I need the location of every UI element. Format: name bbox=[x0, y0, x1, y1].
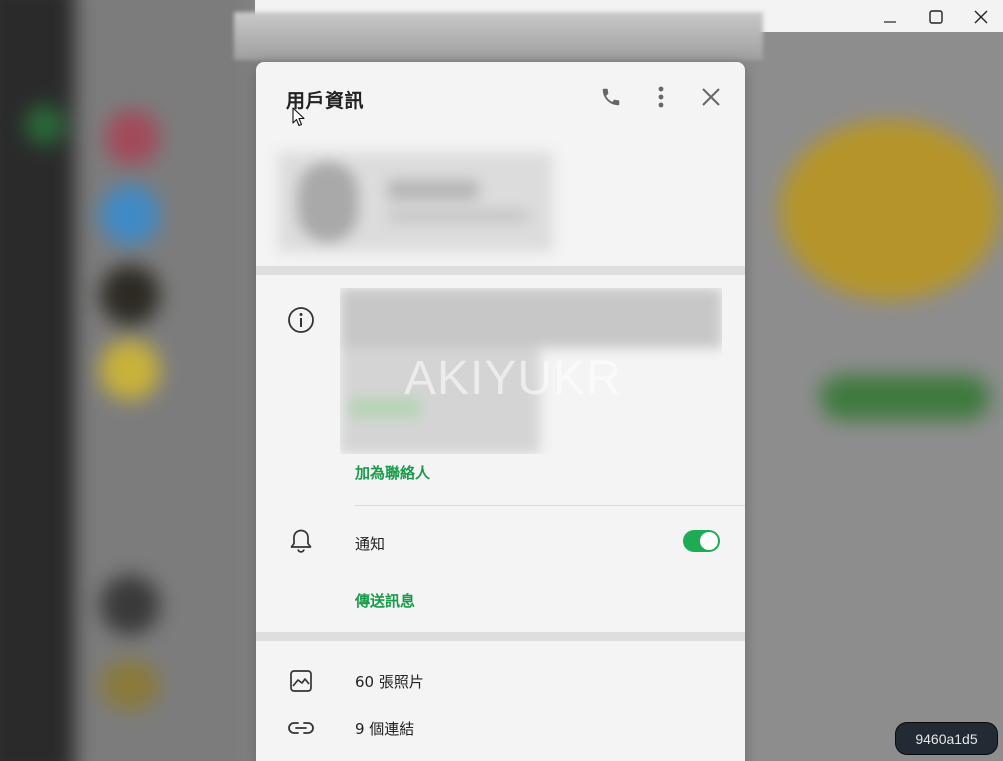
close-icon bbox=[702, 88, 720, 106]
photo-icon bbox=[287, 667, 315, 695]
avatar bbox=[298, 162, 358, 242]
dialog-close-button[interactable] bbox=[697, 83, 725, 111]
link-icon bbox=[287, 714, 315, 742]
user-info-dialog: 用戶資訊 AKIYUKR 加為聯絡人 通知 傳送訊息 60 張照片 9 個連結 bbox=[256, 62, 745, 761]
minimize-button[interactable] bbox=[867, 2, 913, 32]
profile-header-blurred bbox=[278, 152, 553, 252]
titlebar-shadow bbox=[234, 12, 763, 60]
section-divider bbox=[256, 266, 745, 275]
toggle-knob bbox=[700, 532, 718, 550]
phone-icon bbox=[602, 88, 620, 106]
more-vertical-icon bbox=[658, 86, 664, 108]
notifications-label: 通知 bbox=[355, 535, 386, 553]
mouse-pointer-icon bbox=[292, 107, 305, 127]
photos-count-link[interactable]: 60 張照片 bbox=[355, 671, 424, 692]
row-divider bbox=[355, 505, 745, 506]
links-count-link[interactable]: 9 個連結 bbox=[355, 718, 414, 739]
add-contact-link[interactable]: 加為聯絡人 bbox=[355, 462, 430, 483]
call-button[interactable] bbox=[597, 83, 625, 111]
section-divider bbox=[256, 632, 745, 641]
bell-icon bbox=[287, 527, 315, 555]
watermark: AKIYUKR bbox=[404, 352, 622, 405]
window-close-button[interactable] bbox=[958, 2, 1003, 32]
info-icon bbox=[287, 306, 315, 334]
maximize-button[interactable] bbox=[913, 2, 959, 32]
maximize-icon bbox=[929, 10, 943, 24]
more-options-button[interactable] bbox=[647, 83, 675, 111]
notifications-toggle[interactable] bbox=[683, 530, 720, 552]
send-message-link[interactable]: 傳送訊息 bbox=[355, 590, 415, 611]
id-badge: 9460a1d5 bbox=[895, 722, 998, 755]
minimize-icon bbox=[884, 21, 896, 23]
close-icon bbox=[974, 10, 988, 24]
